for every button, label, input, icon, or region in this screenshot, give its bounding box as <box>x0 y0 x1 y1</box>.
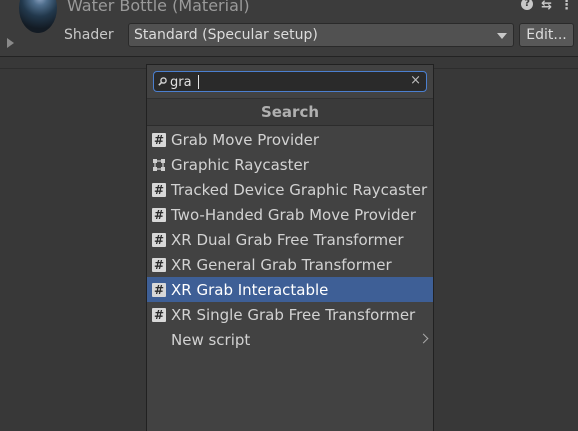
popup-header: Search <box>147 98 433 126</box>
clear-search-icon[interactable]: × <box>410 73 421 88</box>
add-component-popup: × Search # Grab Move Provider Graphic Ra… <box>146 64 434 431</box>
search-input[interactable] <box>170 73 400 91</box>
search-icon <box>158 77 167 86</box>
chevron-right-icon <box>418 333 429 344</box>
text-caret <box>198 75 199 89</box>
item-label: XR Grab Interactable <box>171 280 329 299</box>
rect-transform-icon <box>153 158 165 171</box>
list-item-xr-dual-grab-free-transformer[interactable]: # XR Dual Grab Free Transformer <box>147 227 433 252</box>
shader-dropdown-value: Standard (Specular setup) <box>134 27 318 43</box>
item-label: Tracked Device Graphic Raycaster <box>171 180 428 199</box>
item-label: XR Single Grab Free Transformer <box>171 305 416 324</box>
list-item-xr-grab-interactable[interactable]: # XR Grab Interactable <box>147 277 433 302</box>
item-label: New script <box>171 330 251 349</box>
inspector-window: Water Bottle (Material) ? ⇆ ⋮ Shader Sta… <box>0 0 578 431</box>
material-header: Water Bottle (Material) ? ⇆ ⋮ Shader Sta… <box>0 0 578 57</box>
list-item-new-script[interactable]: New script <box>147 327 433 352</box>
list-item-grab-move-provider[interactable]: # Grab Move Provider <box>147 127 433 152</box>
script-icon: # <box>152 307 166 322</box>
script-icon: # <box>152 257 166 272</box>
script-icon: # <box>152 207 166 222</box>
item-label: Two-Handed Grab Move Provider <box>171 205 416 224</box>
list-item-tracked-device-graphic-raycaster[interactable]: # Tracked Device Graphic Raycaster <box>147 177 433 202</box>
shader-label: Shader <box>64 27 114 43</box>
foldout-arrow-icon[interactable] <box>7 38 14 48</box>
item-label: Graphic Raycaster <box>171 155 309 174</box>
item-label: Grab Move Provider <box>171 130 320 149</box>
result-list: # Grab Move Provider Graphic Raycaster #… <box>147 127 433 352</box>
item-label: XR General Grab Transformer <box>171 255 392 274</box>
list-item-xr-single-grab-free-transformer[interactable]: # XR Single Grab Free Transformer <box>147 302 433 327</box>
edit-shader-button[interactable]: Edit... <box>519 23 574 47</box>
script-icon: # <box>152 132 166 147</box>
item-label: XR Dual Grab Free Transformer <box>171 230 404 249</box>
script-icon: # <box>152 232 166 247</box>
help-icon[interactable]: ? <box>521 0 534 10</box>
material-preview-icon <box>19 0 57 33</box>
list-item-two-handed-grab-move-provider[interactable]: # Two-Handed Grab Move Provider <box>147 202 433 227</box>
list-item-graphic-raycaster[interactable]: Graphic Raycaster <box>147 152 433 177</box>
header-actions: ? ⇆ ⋮ <box>521 0 573 13</box>
material-title: Water Bottle (Material) <box>67 0 250 15</box>
chevron-down-icon <box>497 33 507 39</box>
list-item-xr-general-grab-transformer[interactable]: # XR General Grab Transformer <box>147 252 433 277</box>
more-options-icon[interactable]: ⋮ <box>560 0 573 13</box>
search-field[interactable]: × <box>153 71 427 92</box>
shader-dropdown[interactable]: Standard (Specular setup) <box>128 23 514 47</box>
script-icon: # <box>152 182 166 197</box>
script-icon: # <box>152 282 166 297</box>
presets-icon[interactable]: ⇆ <box>541 0 552 13</box>
